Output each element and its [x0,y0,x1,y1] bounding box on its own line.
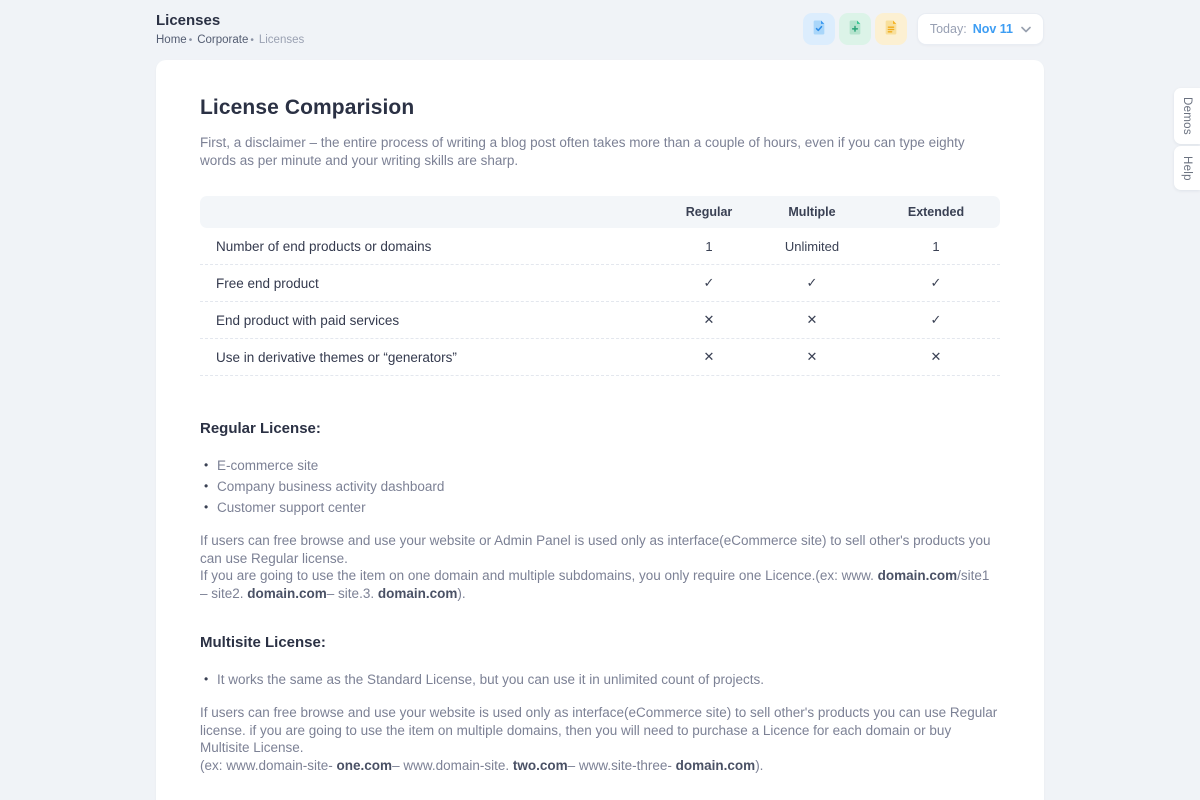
page-title: Licenses [156,12,304,29]
demos-tab[interactable]: Demos [1174,88,1200,144]
date-picker[interactable]: Today: Nov 11 [917,13,1044,45]
file-lines-button[interactable] [875,13,907,45]
row-label: Number of end products or domains [200,239,666,254]
cross-icon: ✕ [752,312,872,328]
content-card: License Comparision First, a disclaimer … [156,60,1044,800]
cross-icon: ✕ [872,349,1000,365]
comparison-table-body: Number of end products or domains1Unlimi… [200,228,1000,376]
paragraph: If you are going to use the item on one … [200,567,1000,602]
list-item: It works the same as the Standard Licens… [200,669,1000,690]
paragraph: If users can free browse and use your we… [200,532,1000,567]
date-picker-label: Today: [930,22,967,36]
cell-value: 1 [872,239,1000,254]
cross-icon: ✕ [752,349,872,365]
top-header: Licenses Home•Corporate•Licenses [156,0,1044,60]
cell-value: Unlimited [752,239,872,254]
file-check-icon [811,19,827,39]
check-icon: ✓ [752,275,872,291]
paragraph: (ex: www.domain-site- one.com– www.domai… [200,757,1000,775]
chevron-down-icon [1021,20,1031,38]
license-section: Regular License: E-commerce siteCompany b… [200,420,1000,602]
license-sections: Regular License: E-commerce siteCompany b… [200,420,1000,800]
table-row: End product with paid services✕✕✓ [200,302,1000,339]
check-icon: ✓ [872,312,1000,328]
table-row: Free end product✓✓✓ [200,265,1000,302]
row-label: Free end product [200,276,666,291]
cross-icon: ✕ [666,349,752,365]
breadcrumb: Home•Corporate•Licenses [156,34,304,46]
column-header-regular: Regular [666,205,752,219]
breadcrumb-item[interactable]: Corporate [197,34,248,46]
list-item: Customer support center [200,497,1000,518]
check-icon: ✓ [666,275,752,291]
table-row: Use in derivative themes or “generators”… [200,339,1000,376]
title-block: Licenses Home•Corporate•Licenses [156,12,304,46]
comparison-table: Regular Multiple Extended Number of end … [200,196,1000,376]
column-header-extended: Extended [872,205,1000,219]
breadcrumb-separator: • [250,35,254,46]
check-icon: ✓ [872,275,1000,291]
intro-text: First, a disclaimer – the entire process… [200,134,1000,170]
date-picker-value: Nov 11 [973,22,1013,36]
file-lines-icon [883,19,899,39]
breadcrumb-item[interactable]: Home [156,34,187,46]
list-item: Company business activity dashboard [200,476,1000,497]
cell-value: 1 [666,239,752,254]
section-paragraphs: If users can free browse and use your we… [200,704,1000,774]
comparison-table-header: Regular Multiple Extended [200,196,1000,228]
paragraph: If users can free browse and use your we… [200,704,1000,757]
breadcrumb-item: Licenses [259,34,304,46]
section-heading-main: License Comparision [200,96,1000,120]
column-header-multiple: Multiple [752,205,872,219]
list-item: E-commerce site [200,455,1000,476]
license-section: Multisite License: It works the same as t… [200,634,1000,774]
file-plus-button[interactable] [839,13,871,45]
table-row: Number of end products or domains1Unlimi… [200,228,1000,265]
file-check-button[interactable] [803,13,835,45]
bullet-list: E-commerce siteCompany business activity… [200,455,1000,518]
cross-icon: ✕ [666,312,752,328]
breadcrumb-separator: • [189,35,193,46]
section-paragraphs: If users can free browse and use your we… [200,532,1000,602]
file-plus-icon [847,19,863,39]
row-label: End product with paid services [200,313,666,328]
help-tab[interactable]: Help [1174,146,1200,190]
row-label: Use in derivative themes or “generators” [200,350,666,365]
section-heading: Multisite License: [200,634,1000,651]
header-actions: Today: Nov 11 [799,13,1044,45]
section-heading: Regular License: [200,420,1000,437]
bullet-list: It works the same as the Standard Licens… [200,669,1000,690]
